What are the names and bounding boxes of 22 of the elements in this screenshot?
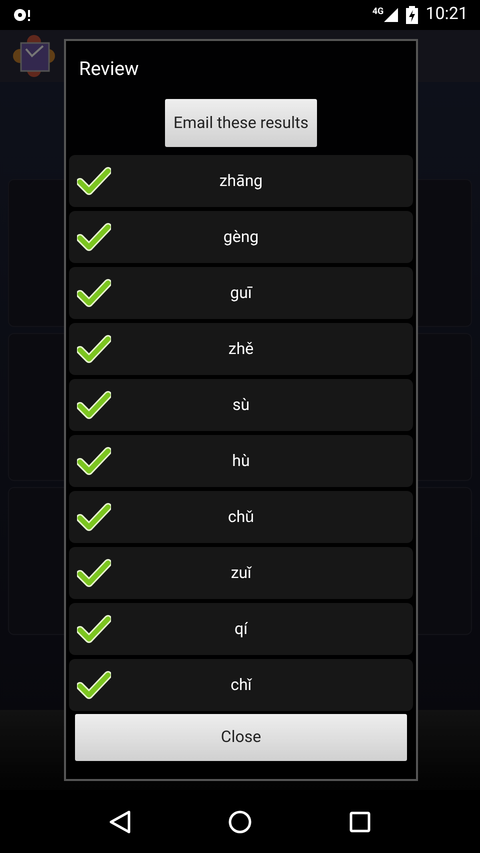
home-icon[interactable] bbox=[228, 810, 252, 834]
network-type: 4G bbox=[372, 6, 384, 20]
pinyin-text: qí bbox=[234, 618, 248, 640]
pinyin-text: chǔ bbox=[228, 506, 254, 528]
notification-icon bbox=[12, 6, 32, 24]
back-icon[interactable] bbox=[108, 810, 131, 834]
pinyin-text: hù bbox=[232, 450, 250, 472]
email-button[interactable]: Email these results bbox=[165, 98, 317, 146]
pinyin-text: zuǐ bbox=[230, 562, 252, 584]
pinyin-text: zhāng bbox=[219, 170, 263, 192]
pinyin-text: guī bbox=[230, 282, 252, 304]
pinyin-text: sù bbox=[232, 394, 250, 416]
pinyin-text: zhě bbox=[228, 338, 254, 360]
status-time: 10:21 bbox=[426, 3, 468, 26]
pinyin-text: gèng bbox=[223, 226, 259, 248]
dialog-title: Review bbox=[78, 56, 140, 82]
close-button[interactable]: Close bbox=[75, 714, 407, 760]
signal-icon bbox=[384, 8, 398, 22]
pinyin-text: chǐ bbox=[230, 674, 252, 696]
battery-icon bbox=[406, 6, 418, 24]
app-logo-icon bbox=[12, 34, 56, 78]
recents-icon[interactable] bbox=[349, 810, 372, 832]
